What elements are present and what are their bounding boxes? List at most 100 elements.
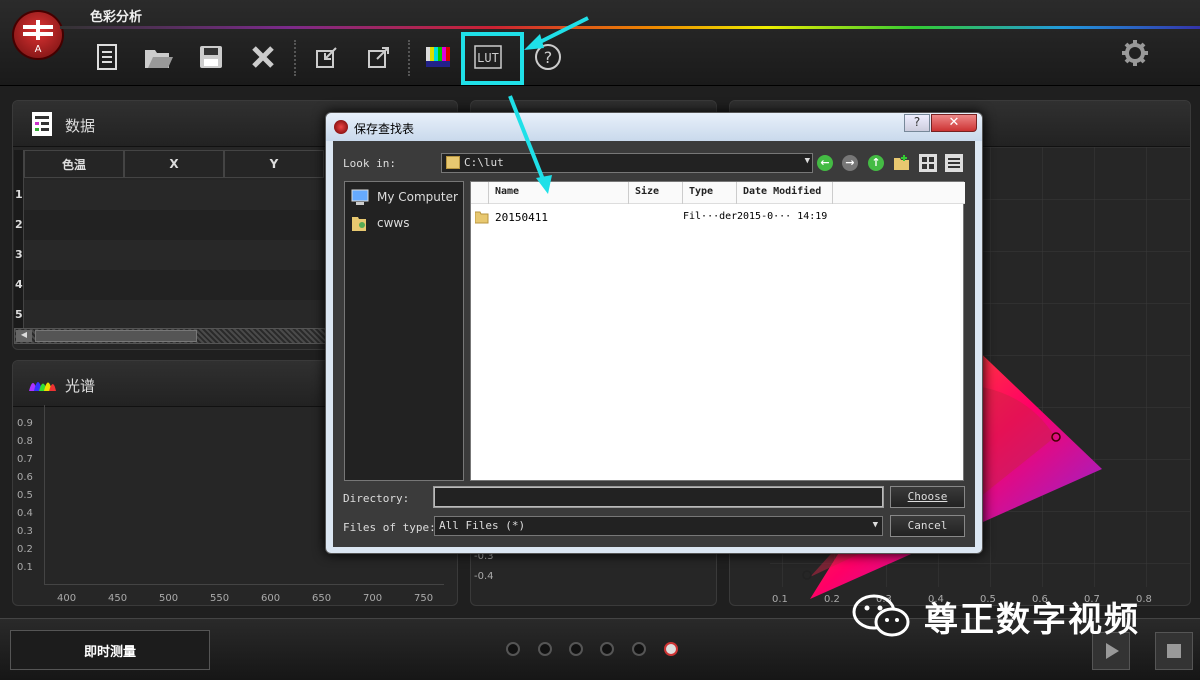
x-tick: 0.1	[772, 594, 788, 605]
directory-input[interactable]	[433, 486, 884, 508]
app-title: 色彩分析	[90, 10, 143, 25]
new-folder-icon[interactable]	[893, 154, 911, 172]
files-of-type-select[interactable]: All Files (*) ▼	[434, 516, 883, 536]
lut-icon-label: LUT	[477, 51, 499, 65]
table-row[interactable]	[24, 240, 328, 270]
app-window: A 色彩分析 LUT ? 数据 色温 X Y 1 2 3 4 5 ◀ 光谱 0.…	[0, 0, 1200, 680]
files-of-type-value: All Files (*)	[439, 519, 526, 532]
table-row[interactable]	[24, 180, 328, 210]
page-dot[interactable]	[600, 642, 614, 656]
save-lut-dialog: 保存查找表 ? ✕ Look in: C:\lut ▼ ← → ↑ My Com…	[325, 112, 983, 554]
dialog-app-icon	[334, 120, 348, 134]
x-tick: 450	[108, 593, 128, 604]
dropdown-arrow-icon[interactable]: ▼	[873, 520, 878, 530]
file-type: Fil···der	[683, 211, 738, 222]
row-number: 3	[15, 248, 23, 261]
row-number: 2	[15, 218, 23, 231]
file-row[interactable]: 20150411 Fil···der 2015-0··· 14:19	[471, 206, 965, 228]
close-icon[interactable]	[248, 42, 278, 72]
dialog-title: 保存查找表	[354, 122, 415, 136]
y-tick: 0.1	[17, 562, 33, 573]
column-header-date[interactable]: Date Modified	[737, 182, 833, 204]
column-header-size[interactable]: Size	[629, 182, 683, 204]
save-icon[interactable]	[196, 42, 226, 72]
column-header-color-temp[interactable]: 色温	[24, 150, 124, 178]
file-list: Name Size Type Date Modified 20150411 Fi…	[470, 181, 965, 481]
back-icon[interactable]: ←	[817, 155, 833, 171]
table-row[interactable]	[24, 270, 328, 300]
open-file-icon[interactable]	[143, 42, 173, 72]
x-tick: 400	[57, 593, 77, 604]
place-label: My Computer	[377, 190, 458, 204]
column-header-name[interactable]: Name	[489, 182, 629, 204]
data-panel-title: 数据	[65, 117, 96, 135]
y-tick: 0.6	[17, 472, 33, 483]
forward-icon[interactable]: →	[842, 155, 858, 171]
horizontal-scrollbar[interactable]: ◀	[14, 328, 332, 344]
dialog-titlebar[interactable]: 保存查找表 ? ✕	[326, 113, 982, 141]
place-my-computer[interactable]: My Computer	[351, 188, 458, 206]
page-dot[interactable]	[569, 642, 583, 656]
folder-icon	[446, 156, 460, 169]
row-number: 1	[15, 188, 23, 201]
look-in-select[interactable]: C:\lut ▼	[441, 153, 813, 173]
y-tick: -0.4	[474, 571, 494, 582]
parent-directory-icon[interactable]: ↑	[868, 155, 884, 171]
data-table-header: 色温 X Y	[24, 150, 334, 178]
dropdown-arrow-icon[interactable]: ▼	[805, 156, 810, 166]
column-header-x[interactable]: X	[124, 150, 224, 178]
title-accent-stripe	[60, 26, 1200, 29]
lut-icon[interactable]: LUT	[473, 42, 503, 72]
settings-gear-icon[interactable]	[1120, 38, 1150, 68]
file-date: 2015-0··· 14:19	[737, 211, 828, 222]
dialog-help-button[interactable]: ?	[904, 114, 930, 132]
top-toolbar: A 色彩分析 LUT ?	[0, 0, 1200, 86]
place-cwws[interactable]: cwws	[351, 214, 409, 232]
data-table-icon	[32, 112, 52, 136]
detail-view-icon[interactable]	[945, 154, 963, 172]
page-dot[interactable]	[506, 642, 520, 656]
place-label: cwws	[377, 216, 410, 230]
y-tick: 0.4	[17, 508, 33, 519]
directory-label: Directory:	[343, 492, 410, 505]
color-bars-icon[interactable]	[424, 42, 454, 72]
file-list-header: Name Size Type Date Modified	[471, 182, 965, 204]
places-sidebar: My Computer cwws	[344, 181, 464, 481]
toolbar-separator	[294, 40, 296, 76]
watermark-text: 尊正数字视频	[924, 600, 1140, 640]
y-tick: 0.7	[17, 454, 33, 465]
choose-button[interactable]: Choose	[890, 486, 965, 508]
look-in-label: Look in:	[343, 157, 396, 170]
scrollbar-thumb[interactable]	[35, 330, 197, 342]
row-number: 5	[15, 308, 23, 321]
page-dot[interactable]	[632, 642, 646, 656]
scroll-left-arrow-icon[interactable]: ◀	[16, 330, 32, 342]
instant-measure-button[interactable]: 即时测量	[10, 630, 210, 670]
x-tick: 650	[312, 593, 332, 604]
cancel-button[interactable]: Cancel	[890, 515, 965, 537]
table-row[interactable]	[24, 300, 328, 330]
new-document-icon[interactable]	[92, 42, 122, 72]
user-folder-icon	[352, 217, 366, 231]
help-icon[interactable]: ?	[533, 42, 563, 72]
stop-button[interactable]	[1155, 632, 1193, 670]
list-view-icon[interactable]	[919, 154, 937, 172]
page-dot-active[interactable]	[664, 642, 678, 656]
column-header-type[interactable]: Type	[683, 182, 737, 204]
y-tick: 0.5	[17, 490, 33, 501]
export-icon[interactable]	[364, 42, 394, 72]
dialog-body: Look in: C:\lut ▼ ← → ↑ My Computer cwws	[333, 141, 975, 547]
table-row[interactable]	[24, 210, 328, 240]
svg-text:A: A	[35, 44, 42, 55]
stop-icon	[1167, 644, 1181, 658]
import-icon[interactable]	[312, 42, 342, 72]
spectrum-panel-title: 光谱	[65, 377, 96, 395]
folder-icon	[475, 211, 489, 224]
look-in-value: C:\lut	[464, 156, 504, 169]
x-tick: 600	[261, 593, 281, 604]
app-logo: A	[12, 10, 64, 60]
page-dot[interactable]	[538, 642, 552, 656]
dialog-close-button[interactable]: ✕	[931, 114, 977, 132]
column-header-y[interactable]: Y	[224, 150, 324, 178]
computer-icon	[351, 189, 369, 205]
